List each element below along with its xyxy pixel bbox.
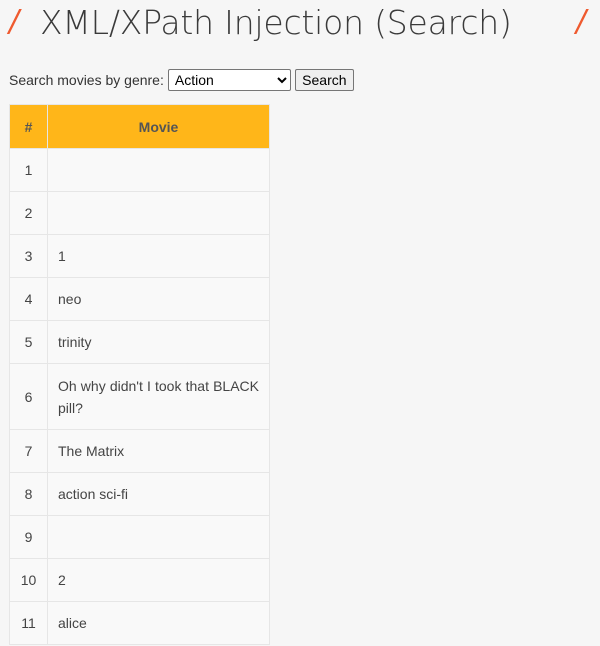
row-number: 9: [9, 515, 48, 559]
row-movie: 1: [47, 234, 270, 278]
table-row: 1: [9, 148, 270, 192]
movies-table: # Movie 1 2 3 1 4 neo 5 trinity 6 Oh why…: [9, 104, 270, 645]
row-number: 10: [9, 558, 48, 602]
row-movie: Oh why didn't I took that BLACK pill?: [47, 363, 270, 430]
row-movie: neo: [47, 277, 270, 321]
title-slash-right: /: [576, 4, 587, 39]
table-row: 8 action sci-fi: [9, 472, 270, 516]
table-row: 2: [9, 191, 270, 235]
search-button[interactable]: Search: [294, 69, 354, 91]
table-row: 5 trinity: [9, 320, 270, 364]
table-header-row: # Movie: [9, 104, 270, 149]
row-number: 11: [9, 601, 48, 645]
table-row: 11 alice: [9, 601, 270, 645]
page-title-text: XML/XPath Injection (Search): [40, 3, 512, 42]
row-number: 4: [9, 277, 48, 321]
table-row: 10 2: [9, 558, 270, 602]
page-title: / XML/XPath Injection (Search) /: [0, 0, 600, 50]
row-movie: 2: [47, 558, 270, 602]
table-row: 4 neo: [9, 277, 270, 321]
table-row: 6 Oh why didn't I took that BLACK pill?: [9, 363, 270, 430]
table-row: 9: [9, 515, 270, 559]
row-movie: [47, 148, 270, 192]
table-row: 7 The Matrix: [9, 429, 270, 473]
row-movie: trinity: [47, 320, 270, 364]
row-movie: [47, 515, 270, 559]
row-movie: action sci-fi: [47, 472, 270, 516]
row-number: 6: [9, 363, 48, 430]
row-number: 3: [9, 234, 48, 278]
title-slash-left: /: [9, 4, 20, 39]
row-number: 1: [9, 148, 48, 192]
row-number: 7: [9, 429, 48, 473]
genre-select[interactable]: Action: [167, 69, 291, 91]
row-number: 2: [9, 191, 48, 235]
column-header-number: #: [9, 104, 48, 149]
search-form: Search movies by genre: Action Search: [9, 68, 354, 92]
row-number: 8: [9, 472, 48, 516]
row-number: 5: [9, 320, 48, 364]
search-label: Search movies by genre:: [9, 72, 164, 88]
row-movie: The Matrix: [47, 429, 270, 473]
row-movie: [47, 191, 270, 235]
table-row: 3 1: [9, 234, 270, 278]
column-header-movie: Movie: [47, 104, 270, 149]
row-movie: alice: [47, 601, 270, 645]
